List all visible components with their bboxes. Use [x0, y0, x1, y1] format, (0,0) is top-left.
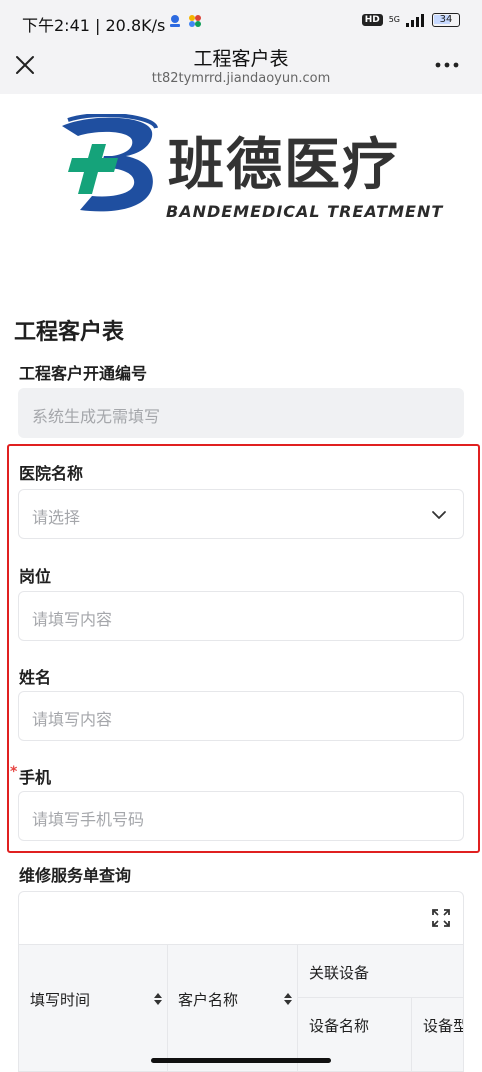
field-label-phone: * 手机	[10, 764, 52, 788]
position-input-placeholder: 请填写内容	[32, 610, 113, 629]
field-label-phone-text: 手机	[19, 768, 52, 787]
customer-id-field: 系统生成无需填写	[18, 388, 464, 438]
logo-brand-cn: 班德医疗	[168, 133, 400, 198]
sort-icon[interactable]	[153, 992, 163, 1006]
subform-title: 维修服务单查询	[19, 866, 132, 885]
hospital-select[interactable]: 请选择	[18, 489, 464, 539]
column-header-customer-name[interactable]: 客户名称	[178, 989, 238, 1010]
app-notification-icon	[170, 15, 180, 27]
field-label-position: 岗位	[19, 567, 52, 586]
nav-bar: 工程客户表 tt82tymrrd.jiandaoyun.com	[0, 44, 482, 94]
column-header-fill-time[interactable]: 填写时间	[30, 989, 90, 1010]
battery-level: 34	[439, 14, 453, 25]
network-type: 5G	[388, 15, 400, 24]
name-input[interactable]: 请填写内容	[18, 691, 464, 741]
position-input[interactable]: 请填写内容	[18, 591, 464, 641]
status-time: 下午2:41 | 20.8K/s	[22, 16, 166, 35]
hospital-select-placeholder: 请选择	[32, 508, 81, 527]
fullscreen-icon[interactable]	[431, 908, 451, 928]
field-label-customer-id: 工程客户开通编号	[19, 364, 148, 383]
name-input-placeholder: 请填写内容	[32, 710, 113, 729]
status-indicators: HD 5G 34	[361, 13, 460, 27]
customer-id-placeholder: 系统生成无需填写	[32, 407, 161, 426]
field-label-hospital: 医院名称	[19, 464, 84, 483]
column-group-related-device: 关联设备	[309, 964, 370, 982]
page-title: 工程客户表	[193, 48, 289, 70]
brand-logo: 班德医疗 BANDEMEDICAL TREATMENT	[48, 114, 448, 224]
status-app-icons	[168, 14, 202, 28]
phone-input-placeholder: 请填写手机号码	[32, 810, 145, 829]
logo-mark-icon	[62, 114, 158, 212]
column-header-device-model[interactable]: 设备型	[423, 1015, 463, 1036]
status-bar: 下午2:41 | 20.8K/s HD 5G 34	[0, 0, 482, 44]
column-header-device-name[interactable]: 设备名称	[309, 1015, 369, 1036]
hd-badge: HD	[361, 14, 383, 26]
phone-input[interactable]: 请填写手机号码	[18, 791, 464, 841]
chevron-down-icon	[432, 511, 446, 519]
home-indicator[interactable]	[151, 1058, 331, 1063]
more-icon[interactable]	[434, 54, 460, 76]
logo-brand-en: BANDEMEDICAL TREATMENT	[166, 202, 444, 221]
form-title: 工程客户表	[14, 320, 125, 345]
required-mark: *	[10, 764, 18, 780]
field-label-name: 姓名	[19, 668, 52, 687]
page-url: tt82tymrrd.jiandaoyun.com	[151, 71, 331, 86]
battery-icon: 34	[432, 13, 460, 27]
table-header: 填写时间 客户名称 关联设备 设备名称 设备型	[19, 944, 463, 1071]
signal-icon	[406, 14, 424, 27]
sort-icon[interactable]	[283, 992, 293, 1006]
app-color-icon	[189, 15, 201, 27]
service-order-table: 填写时间 客户名称 关联设备 设备名称 设备型	[18, 891, 464, 1072]
